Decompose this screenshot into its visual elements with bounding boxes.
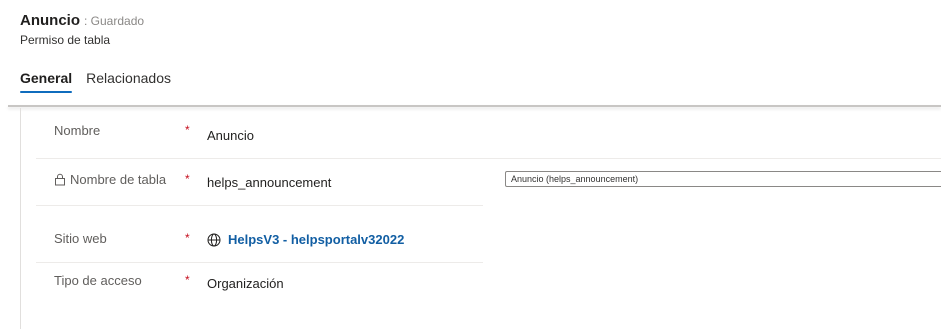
nombre-tabla-required-marker: * [185,172,190,186]
header-divider [8,105,941,107]
lock-icon [55,173,65,186]
row-divider [36,262,483,263]
globe-icon [207,233,221,246]
sitio-web-label: Sitio web [54,231,107,246]
sitio-web-value: HelpsV3 - helpsportalv32022 [228,232,405,247]
nombre-required-marker: * [185,123,190,137]
tab-list: General Relacionados [20,70,185,93]
tipo-acceso-label: Tipo de acceso [54,273,142,288]
title-row: Anuncio : Guardado [20,12,144,29]
row-divider [36,158,941,159]
tab-relacionados[interactable]: Relacionados [86,70,171,93]
nombre-tabla-field[interactable]: helps_announcement [207,175,331,190]
nombre-tabla-label-text: Nombre de tabla [70,172,167,187]
entity-type: Permiso de tabla [20,33,111,47]
row-divider [36,205,483,206]
save-status: : Guardado [84,14,145,28]
tipo-acceso-required-marker: * [185,273,190,287]
sitio-web-required-marker: * [185,231,190,245]
tabla-select[interactable]: Anuncio (helps_announcement) [505,171,941,187]
nombre-field[interactable]: Anuncio [207,128,254,143]
sitio-web-link[interactable]: HelpsV3 - helpsportalv32022 [207,232,404,247]
tabla-select-value: Anuncio (helps_announcement) [511,174,639,184]
record-title: Anuncio [20,12,80,29]
record-header: Anuncio : Guardado Permiso de tabla [20,12,144,47]
nombre-tabla-label: Nombre de tabla [54,172,166,187]
tab-general[interactable]: General [20,70,73,93]
nombre-label: Nombre [54,123,101,138]
tipo-acceso-field[interactable]: Organización [207,276,284,291]
form-section: Nombre * Anuncio Nombre de tabla * helps… [20,108,941,329]
